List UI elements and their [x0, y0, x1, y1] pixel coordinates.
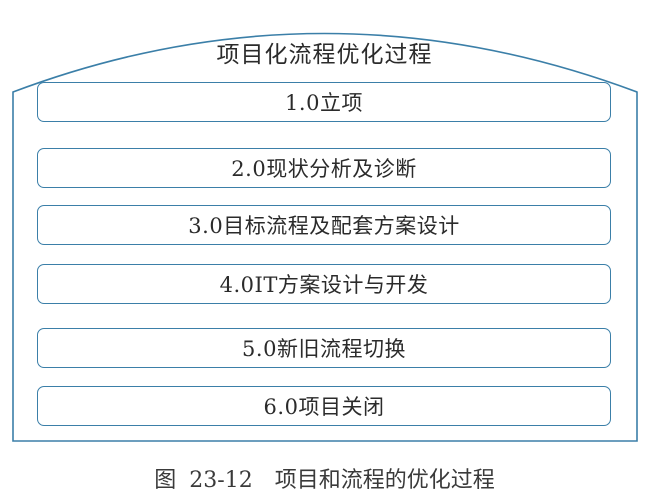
step-box-4: 4.0IT方案设计与开发 [37, 264, 611, 304]
step-box-2: 2.0现状分析及诊断 [37, 148, 611, 188]
house-frame: 项目化流程优化过程 1.0立项 2.0现状分析及诊断 3.0目标流程及配套方案设… [0, 0, 649, 460]
step-box-6: 6.0项目关闭 [37, 386, 611, 426]
figure-caption: 图 23-12 项目和流程的优化过程 [154, 468, 495, 493]
step-box-5: 5.0新旧流程切换 [37, 328, 611, 368]
step-box-3: 3.0目标流程及配套方案设计 [37, 205, 611, 245]
diagram-title: 项目化流程优化过程 [216, 42, 433, 68]
step-box-1: 1.0立项 [37, 82, 611, 122]
